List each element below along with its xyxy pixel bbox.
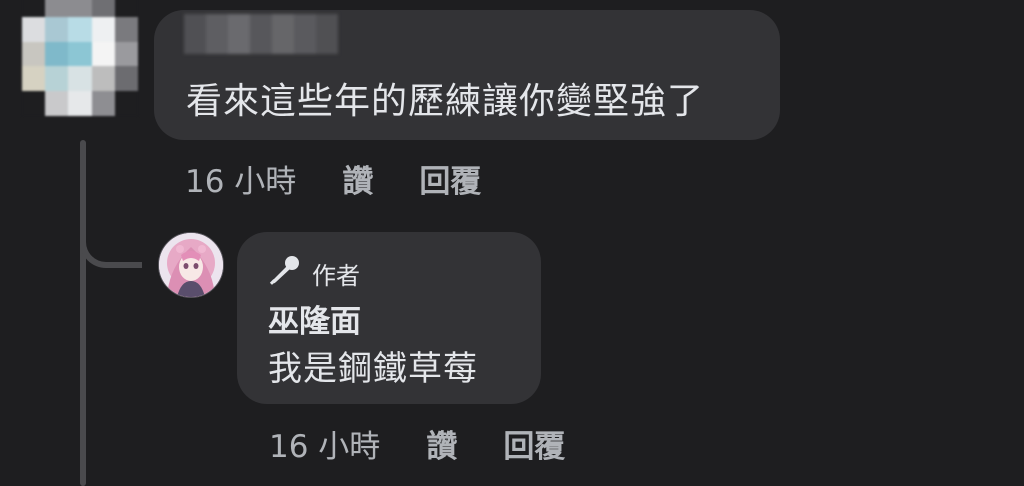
thread-branch: [80, 210, 142, 268]
reply-button[interactable]: 回覆: [419, 156, 481, 201]
reply-reply-button[interactable]: 回覆: [503, 421, 565, 466]
reply-like-button[interactable]: 讚: [426, 421, 457, 466]
reply-avatar[interactable]: [158, 232, 224, 298]
comment-actions: 16 小時 讚 回覆: [185, 156, 527, 201]
thread-connector: [80, 140, 86, 486]
reply-actions: 16 小時 讚 回覆: [269, 421, 611, 466]
microphone-icon: [268, 255, 312, 291]
commenter-name-redacted[interactable]: [184, 14, 338, 54]
comment-timestamp[interactable]: 16 小時: [185, 156, 296, 201]
author-badge: 作者: [268, 255, 360, 291]
avatar[interactable]: [22, 0, 138, 116]
reply-author-name[interactable]: 巫隆面: [268, 296, 361, 341]
reply-text: 我是鋼鐵草莓: [268, 349, 478, 389]
comment-thread: 看來這些年的歷練讓你變堅強了 16 小時 讚 回覆 作者 巫隆面 我是鋼鐵草莓 …: [0, 0, 1024, 486]
comment-text: 看來這些年的歷練讓你變堅強了: [186, 81, 705, 122]
author-badge-label: 作者: [312, 261, 360, 290]
like-button[interactable]: 讚: [342, 156, 373, 201]
reply-timestamp[interactable]: 16 小時: [269, 421, 380, 466]
